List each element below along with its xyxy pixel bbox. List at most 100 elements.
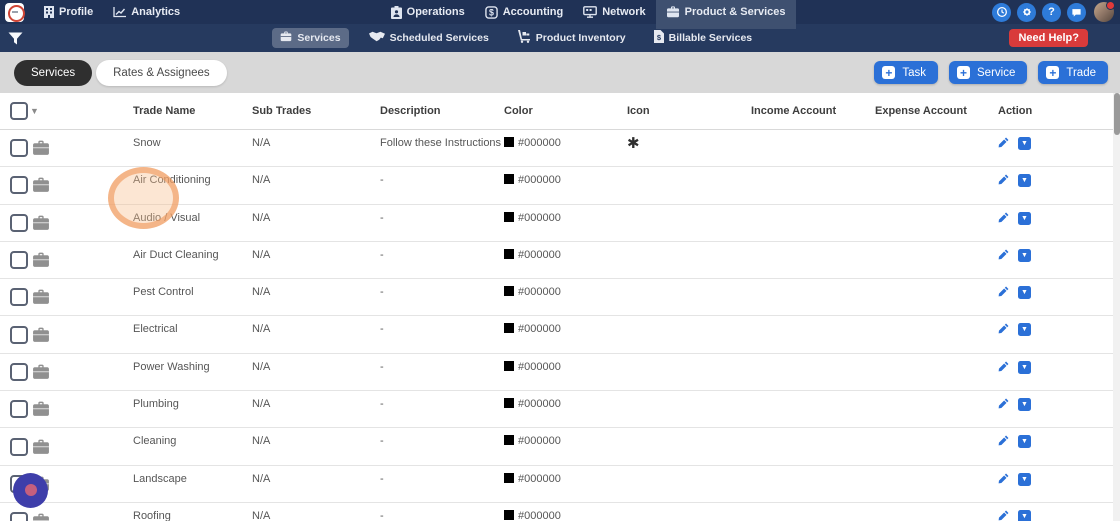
edit-pencil-icon[interactable]	[998, 323, 1009, 352]
row-dropdown-caret-icon[interactable]: ▼	[1018, 211, 1031, 225]
row-dropdown-caret-icon[interactable]: ▼	[1018, 472, 1031, 486]
row-trade-name: Pest Control	[133, 286, 194, 299]
select-dropdown-caret-icon[interactable]: ▼	[30, 106, 39, 116]
row-checkbox[interactable]	[10, 213, 28, 232]
row-sub-trades: N/A	[252, 286, 271, 299]
edit-pencil-icon[interactable]	[998, 398, 1009, 427]
row-color-swatch	[504, 286, 514, 297]
row-icon	[627, 242, 751, 278]
column-header-trade-name: Trade Name	[133, 105, 196, 117]
row-dropdown-caret-icon[interactable]: ▼	[1018, 398, 1031, 412]
row-expense-account	[875, 316, 998, 352]
add-service-button[interactable]: + Service	[949, 61, 1028, 84]
table-row: Air Duct Cleaning N/A - #000000 ▼	[0, 242, 1113, 280]
edit-pencil-icon[interactable]	[998, 137, 1009, 166]
user-avatar[interactable]	[1094, 1, 1116, 22]
help-icon[interactable]: ?	[1042, 2, 1062, 22]
column-header-icon: Icon	[627, 105, 650, 117]
nav-item-operations[interactable]: Operations	[381, 0, 475, 24]
column-header-expense-account: Expense Account	[875, 105, 967, 117]
row-expense-account	[875, 279, 998, 315]
row-color-cell: #000000	[504, 205, 627, 241]
edit-pencil-icon[interactable]	[998, 510, 1009, 521]
row-checkbox[interactable]	[10, 176, 28, 195]
nav-item-network[interactable]: Network	[573, 0, 655, 24]
row-color-label: #000000	[518, 398, 561, 411]
nav-label: Product & Services	[684, 6, 786, 18]
row-dropdown-caret-icon[interactable]: ▼	[1018, 174, 1031, 188]
table-row: Landscape N/A - #000000 ▼	[0, 466, 1113, 503]
chat-launcher-button[interactable]	[13, 473, 48, 508]
row-checkbox[interactable]	[10, 362, 28, 381]
edit-pencil-icon[interactable]	[998, 174, 1009, 203]
table-row: Cleaning N/A - #000000 ▼	[0, 428, 1113, 466]
briefcase-icon	[32, 140, 50, 156]
plus-square-icon: +	[882, 66, 896, 79]
subnav-item-billable-services[interactable]: $ Billable Services	[646, 27, 760, 49]
row-description: -	[380, 472, 384, 485]
edit-pencil-icon[interactable]	[998, 361, 1009, 390]
row-dropdown-caret-icon[interactable]: ▼	[1018, 323, 1031, 337]
row-dropdown-caret-icon[interactable]: ▼	[1018, 137, 1031, 150]
settings-gear-icon[interactable]	[1017, 2, 1037, 22]
history-icon[interactable]	[992, 2, 1012, 22]
row-dropdown-caret-icon[interactable]: ▼	[1018, 248, 1031, 262]
row-dropdown-caret-icon[interactable]: ▼	[1018, 360, 1031, 374]
nav-item-profile[interactable]: Profile	[34, 0, 103, 24]
subnav-item-services[interactable]: Services	[272, 28, 349, 48]
row-description: -	[380, 248, 384, 261]
need-help-button[interactable]: Need Help?	[1009, 29, 1088, 47]
nav-item-analytics[interactable]: Analytics	[103, 0, 190, 24]
row-checkbox[interactable]	[10, 139, 28, 158]
edit-pencil-icon[interactable]	[998, 286, 1009, 315]
nav-label: Network	[602, 6, 646, 18]
subnav-item-scheduled-services[interactable]: Scheduled Services	[361, 28, 497, 48]
row-color-swatch	[504, 323, 514, 334]
nav-label: Operations	[406, 6, 465, 18]
subnav-label: Product Inventory	[535, 32, 626, 44]
select-all-checkbox[interactable]	[10, 102, 28, 120]
company-logo[interactable]	[5, 2, 25, 22]
subnav-label: Billable Services	[668, 32, 753, 44]
row-dropdown-caret-icon[interactable]: ▼	[1018, 286, 1031, 300]
chat-icon[interactable]	[1067, 2, 1087, 22]
edit-pencil-icon[interactable]	[998, 249, 1009, 278]
row-color-label: #000000	[518, 360, 561, 373]
nav-label: Profile	[59, 6, 94, 18]
add-trade-button[interactable]: + Trade	[1038, 61, 1108, 84]
row-dropdown-caret-icon[interactable]: ▼	[1018, 435, 1031, 449]
row-income-account	[751, 242, 875, 278]
add-task-button[interactable]: + Task	[874, 61, 939, 84]
subnav-item-product-inventory[interactable]: Product Inventory	[509, 27, 634, 49]
nav-item-accounting[interactable]: $ Accounting	[475, 0, 574, 24]
column-header-income-account: Income Account	[751, 105, 837, 117]
tab-rates-assignees[interactable]: Rates & Assignees	[96, 59, 227, 86]
row-income-account	[751, 354, 875, 390]
row-description: -	[380, 509, 384, 521]
row-income-account	[751, 279, 875, 315]
row-checkbox[interactable]	[10, 251, 28, 270]
edit-pencil-icon[interactable]	[998, 435, 1009, 464]
briefcase-icon	[32, 177, 50, 193]
row-color-label: #000000	[518, 472, 561, 485]
help-glyph: ?	[1048, 6, 1055, 18]
briefcase-icon	[32, 401, 50, 417]
row-description: Follow these Instructions	[380, 137, 502, 149]
row-checkbox[interactable]	[10, 400, 28, 419]
edit-pencil-icon[interactable]	[998, 473, 1009, 502]
filter-funnel-icon[interactable]	[8, 32, 23, 45]
edit-pencil-icon[interactable]	[998, 212, 1009, 241]
column-header-description: Description	[380, 105, 441, 117]
row-checkbox[interactable]	[10, 288, 28, 307]
scrollbar-thumb[interactable]	[1113, 93, 1120, 135]
row-income-account	[751, 167, 875, 203]
row-dropdown-caret-icon[interactable]: ▼	[1018, 509, 1031, 521]
row-color-label: #000000	[518, 509, 561, 521]
row-checkbox[interactable]	[10, 325, 28, 344]
row-checkbox[interactable]	[10, 512, 28, 521]
nav-label: Analytics	[131, 6, 181, 18]
row-trade-name: Electrical	[133, 323, 178, 336]
row-checkbox[interactable]	[10, 437, 28, 456]
nav-item-product-services[interactable]: Product & Services	[655, 0, 796, 24]
tab-services[interactable]: Services	[14, 59, 93, 86]
